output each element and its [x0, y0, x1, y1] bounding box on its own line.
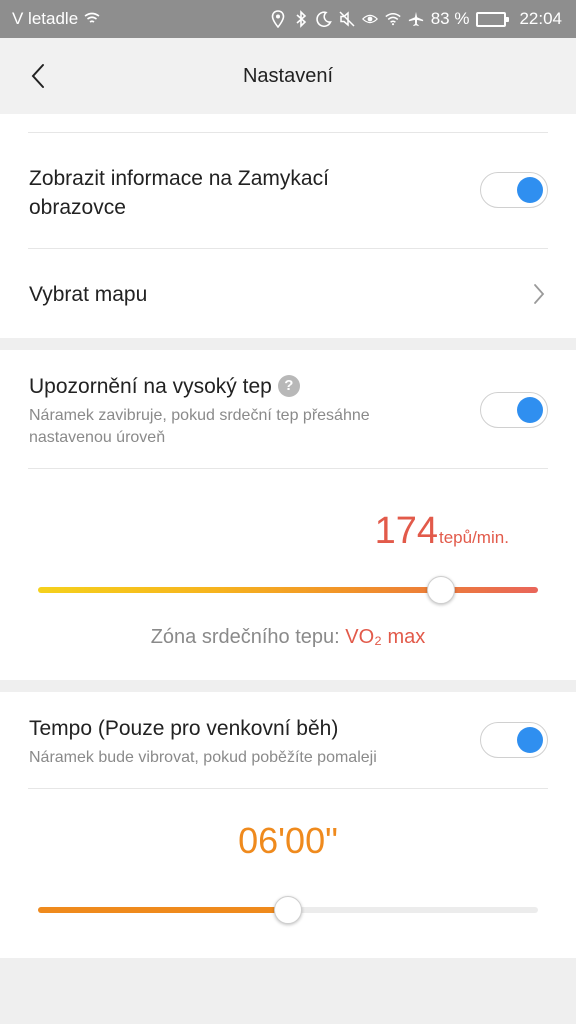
- eye-icon: [361, 10, 378, 28]
- pace-slider-fill: [38, 907, 288, 913]
- pace-title: Tempo (Pouze pro venkovní běh): [29, 717, 339, 740]
- divider: [28, 788, 548, 789]
- mute-icon: [339, 10, 355, 28]
- lock-screen-title: Zobrazit informace na Zamykací obrazovce: [29, 167, 329, 219]
- wifi-calling-icon: [84, 10, 100, 28]
- header: Nastavení: [0, 38, 576, 114]
- pace-card: Tempo (Pouze pro venkovní běh) Náramek b…: [0, 692, 576, 958]
- heart-rate-toggle[interactable]: [480, 392, 548, 428]
- chevron-right-icon: [534, 284, 545, 304]
- general-settings-card: Zobrazit informace na Zamykací obrazovce…: [0, 114, 576, 338]
- pace-toggle[interactable]: [480, 722, 548, 758]
- heart-rate-description: Náramek zavibruje, pokud srdeční tep pře…: [29, 407, 370, 446]
- back-button[interactable]: [20, 58, 56, 94]
- heart-rate-slider-thumb[interactable]: [426, 576, 455, 604]
- pace-value: 06'00": [238, 820, 338, 861]
- heart-rate-zone-value: VO₂ max: [345, 626, 426, 648]
- carrier-label: V letadle: [12, 9, 79, 28]
- chevron-left-icon: [31, 64, 44, 88]
- toggle-knob: [517, 727, 543, 753]
- clock: 22:04: [519, 9, 562, 28]
- toggle-knob: [517, 177, 543, 203]
- heart-rate-value: 174: [374, 510, 438, 552]
- divider: [28, 132, 548, 133]
- airplane-mode-icon: [408, 10, 424, 28]
- lock-screen-toggle[interactable]: [480, 172, 548, 208]
- pace-description: Náramek bude vibrovat, pokud poběžíte po…: [29, 749, 377, 766]
- moon-icon: [315, 10, 332, 28]
- heart-rate-card: Upozornění na vysoký tep? Náramek zavibr…: [0, 350, 576, 680]
- heart-rate-zone: Zóna srdečního tepu: VO₂ max: [150, 626, 426, 648]
- heart-rate-slider[interactable]: [38, 587, 538, 593]
- wifi-icon: [385, 10, 401, 28]
- battery-percent: 83 %: [430, 9, 470, 28]
- help-icon[interactable]: ?: [277, 374, 300, 397]
- pace-slider-thumb[interactable]: [274, 896, 302, 924]
- location-icon: [270, 10, 286, 28]
- heart-rate-unit: tepů/min.: [439, 528, 509, 547]
- map-title: Vybrat mapu: [29, 283, 148, 306]
- status-bar: V letadle 83 % 22:04: [0, 0, 576, 38]
- toggle-knob: [517, 397, 543, 423]
- divider: [28, 248, 548, 249]
- page-title: Nastavení: [242, 64, 334, 87]
- bluetooth-icon: [293, 10, 309, 28]
- heart-rate-title: Upozornění na vysoký tep?: [29, 372, 300, 401]
- battery-icon: [476, 11, 510, 27]
- divider: [28, 468, 548, 469]
